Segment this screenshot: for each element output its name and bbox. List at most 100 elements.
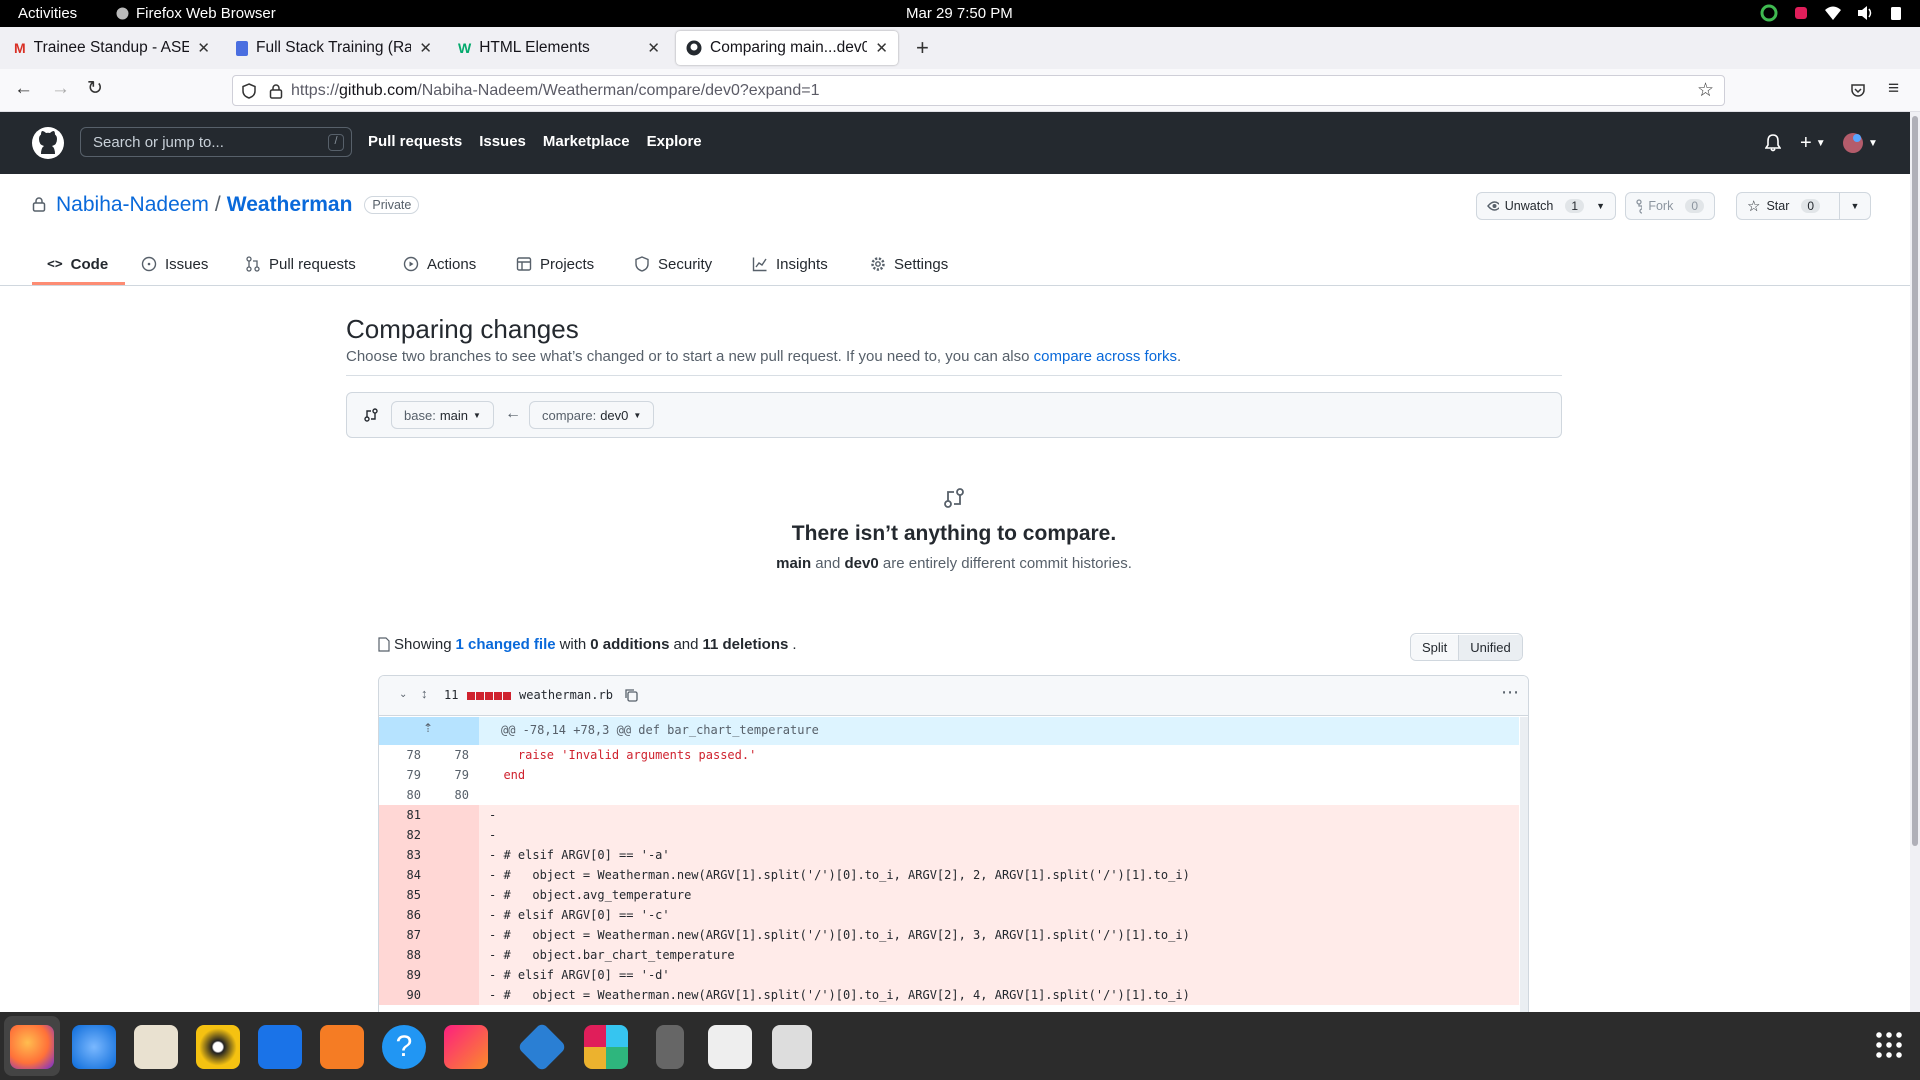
old-line-number[interactable]: 81 <box>379 805 421 825</box>
close-icon[interactable]: ✕ <box>197 39 210 57</box>
lock-icon <box>32 197 46 212</box>
search-input[interactable]: Search or jump to... / <box>80 127 352 157</box>
old-line-number[interactable]: 86 <box>379 905 421 925</box>
app-menu[interactable]: Firefox Web Browser <box>116 5 276 22</box>
star-label: Star <box>1766 199 1790 213</box>
split-button[interactable]: Split <box>1411 634 1460 660</box>
new-line-number[interactable]: 79 <box>421 765 469 785</box>
old-line-number[interactable]: 78 <box>379 745 421 765</box>
tab-actions[interactable]: Actions <box>403 251 476 277</box>
unwatch-button[interactable]: Unwatch 1 ▼ <box>1476 192 1616 220</box>
tab-projects[interactable]: Projects <box>516 251 594 277</box>
trash-icon[interactable] <box>772 1025 812 1069</box>
code-line: - # object.bar_chart_temperature <box>489 948 735 962</box>
repo-owner-link[interactable]: Nabiha-Nadeem <box>56 193 209 217</box>
activities-button[interactable]: Activities <box>18 5 77 22</box>
compare-branch-select[interactable]: compare: dev0 ▼ <box>529 401 655 429</box>
screenshot-icon[interactable] <box>708 1025 752 1069</box>
github-logo-icon[interactable] <box>32 127 64 159</box>
new-line-number[interactable]: 78 <box>421 745 469 765</box>
page-scrollbar[interactable] <box>1910 112 1920 1012</box>
usb-drive-icon[interactable] <box>656 1025 684 1069</box>
nav-marketplace[interactable]: Marketplace <box>543 133 630 150</box>
tab-github-compare[interactable]: Comparing main...dev0 ✕ <box>676 31 898 65</box>
old-line-number[interactable]: 89 <box>379 965 421 985</box>
firefox-icon[interactable] <box>10 1025 54 1069</box>
old-line-number[interactable]: 79 <box>379 765 421 785</box>
url-bar[interactable]: https://github.com/Nabiha-Nadeem/Weather… <box>232 75 1725 106</box>
wifi-icon[interactable] <box>1824 5 1842 21</box>
fork-button[interactable]: Fork 0 <box>1625 192 1715 220</box>
chevron-down-icon[interactable]: ⌄ <box>399 689 407 700</box>
create-new-menu[interactable]: + ▼ <box>1800 132 1826 155</box>
close-icon[interactable]: ✕ <box>875 39 888 57</box>
tab-insights[interactable]: Insights <box>752 251 828 277</box>
writer-icon[interactable] <box>258 1025 302 1069</box>
lock-icon[interactable] <box>269 83 283 99</box>
new-line-number[interactable]: 80 <box>421 785 469 805</box>
bookmark-star-icon[interactable]: ☆ <box>1697 79 1714 102</box>
tab-gmail[interactable]: M Trainee Standup - ASE ✕ <box>4 31 220 65</box>
old-line-number[interactable]: 83 <box>379 845 421 865</box>
old-line-number[interactable]: 88 <box>379 945 421 965</box>
active-tab-underline <box>32 282 125 285</box>
old-line-number[interactable]: 85 <box>379 885 421 905</box>
old-line-number[interactable]: 84 <box>379 865 421 885</box>
rhythmbox-icon[interactable] <box>196 1025 240 1069</box>
nav-explore[interactable]: Explore <box>647 133 702 150</box>
base-branch-select[interactable]: base: main ▼ <box>391 401 494 429</box>
sync-icon[interactable] <box>1760 4 1778 22</box>
changed-files-link[interactable]: 1 changed file <box>456 636 556 653</box>
help-icon[interactable]: ? <box>382 1025 426 1069</box>
old-line-number[interactable]: 80 <box>379 785 421 805</box>
volume-icon[interactable] <box>1856 5 1874 21</box>
expand-up-icon[interactable]: ⇡ <box>423 721 433 735</box>
power-icon[interactable] <box>1888 5 1906 21</box>
rubymine-icon[interactable] <box>444 1025 488 1069</box>
close-icon[interactable]: ✕ <box>419 39 432 57</box>
shield-icon[interactable] <box>241 83 257 99</box>
star-button[interactable]: ☆ Star 0 <box>1736 192 1840 220</box>
old-line-number[interactable]: 82 <box>379 825 421 845</box>
slack-icon[interactable] <box>584 1025 628 1069</box>
forward-icon[interactable]: → <box>51 78 70 100</box>
old-line-number[interactable]: 90 <box>379 985 421 1005</box>
tab-code[interactable]: <> Code <box>47 251 108 277</box>
menu-icon[interactable]: ≡ <box>1888 78 1899 100</box>
tab-pull-requests[interactable]: Pull requests <box>245 251 356 277</box>
files-icon[interactable] <box>134 1025 178 1069</box>
tab-docs[interactable]: Full Stack Training (Rai ✕ <box>226 31 442 65</box>
system-tray[interactable] <box>1760 4 1906 22</box>
bell-icon[interactable] <box>1765 134 1781 152</box>
nav-pull-requests[interactable]: Pull requests <box>368 133 462 150</box>
repo-name-link[interactable]: Weatherman <box>227 193 353 217</box>
star-lists-dropdown[interactable]: ▼ <box>1839 192 1871 220</box>
back-icon[interactable]: ← <box>14 78 33 100</box>
scrollbar-thumb[interactable] <box>1912 116 1918 846</box>
software-icon[interactable] <box>320 1025 364 1069</box>
file-name[interactable]: weatherman.rb <box>519 688 613 702</box>
apps-grid-icon[interactable] <box>1874 1030 1904 1060</box>
tab-w3schools[interactable]: W HTML Elements ✕ <box>448 31 670 65</box>
compare-across-forks-link[interactable]: compare across forks <box>1034 348 1177 365</box>
clock[interactable]: Mar 29 7:50 PM <box>906 5 1013 22</box>
tab-label: Actions <box>427 255 477 273</box>
reload-icon[interactable]: ↻ <box>87 77 103 100</box>
slack-tray-icon[interactable] <box>1792 4 1810 22</box>
unified-button[interactable]: Unified <box>1459 634 1522 660</box>
kebab-menu-icon[interactable]: ⋯ <box>1501 682 1519 703</box>
nav-issues[interactable]: Issues <box>479 133 526 150</box>
new-tab-button[interactable]: + <box>906 31 936 65</box>
user-menu[interactable]: ▼ <box>1842 132 1878 154</box>
unfold-icon[interactable]: ↕ <box>421 686 428 701</box>
tab-security[interactable]: Security <box>634 251 712 277</box>
close-icon[interactable]: ✕ <box>647 39 660 57</box>
tab-issues[interactable]: Issues <box>141 251 208 277</box>
star-count: 0 <box>1801 199 1821 213</box>
thunderbird-icon[interactable] <box>72 1025 116 1069</box>
tab-settings[interactable]: Settings <box>870 251 948 277</box>
scrollbar[interactable] <box>1520 717 1528 1014</box>
old-line-number[interactable]: 87 <box>379 925 421 945</box>
copy-icon[interactable] <box>624 688 639 703</box>
pocket-icon[interactable] <box>1850 82 1866 98</box>
